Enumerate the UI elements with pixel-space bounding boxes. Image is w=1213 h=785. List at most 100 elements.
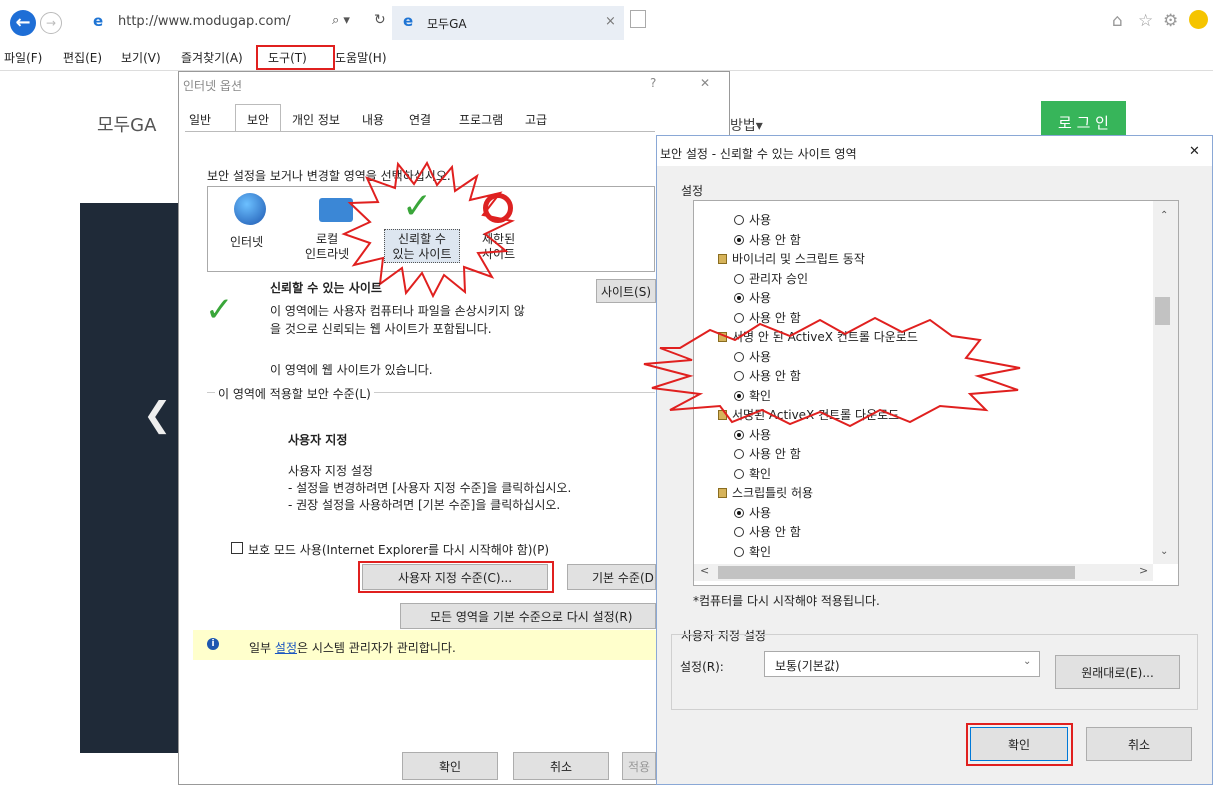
menu-view[interactable]: 보기(V) bbox=[121, 49, 161, 66]
tab-security[interactable]: 보안 bbox=[235, 104, 281, 131]
menu-edit[interactable]: 편집(E) bbox=[63, 49, 102, 66]
site-logo[interactable]: 모두GA bbox=[97, 111, 156, 137]
setting-label: 관리자 승인 bbox=[749, 271, 809, 286]
admin-info-text: 일부 설정은 시스템 관리자가 관리합니다. bbox=[249, 641, 456, 655]
setting-radio-option[interactable]: 확인 bbox=[734, 543, 771, 560]
internet-options-apply-button[interactable]: 적용 bbox=[622, 752, 656, 780]
tab-close-icon[interactable]: × bbox=[605, 14, 616, 29]
tab-general[interactable]: 일반 bbox=[189, 108, 211, 133]
menu-favorites[interactable]: 즐겨찾기(A) bbox=[181, 49, 243, 66]
restart-note: *컴퓨터를 다시 시작해야 적용됩니다. bbox=[693, 594, 880, 608]
help-icon[interactable]: ? bbox=[650, 76, 656, 90]
zone-internet-label[interactable]: 인터넷 bbox=[230, 233, 263, 250]
dropdown-chevron-icon: ⌄ bbox=[1023, 656, 1032, 667]
zone-description: 이 영역에는 사용자 컴퓨터나 파일을 손상시키지 않 을 것으로 신뢰되는 웹… bbox=[270, 304, 525, 336]
security-settings-title: 보안 설정 - 신뢰할 수 있는 사이트 영역 bbox=[660, 147, 857, 161]
setting-label: 확인 bbox=[749, 544, 772, 559]
setting-category-icon bbox=[718, 254, 727, 264]
unsigned-activex-starburst-highlight bbox=[643, 316, 1021, 428]
menu-file[interactable]: 파일(F) bbox=[4, 49, 42, 66]
search-dropdown-icon[interactable]: ⌕ ▾ bbox=[332, 13, 350, 28]
settings-gear-icon[interactable]: ⚙ bbox=[1163, 11, 1178, 31]
settings-link[interactable]: 설정 bbox=[275, 641, 297, 655]
reset-button[interactable]: 원래대로(E)... bbox=[1055, 655, 1180, 689]
setting-label: 사용 bbox=[749, 213, 772, 227]
internet-options-cancel-button[interactable]: 취소 bbox=[513, 752, 609, 780]
radio-selected-icon bbox=[734, 429, 744, 440]
setting-radio-option[interactable]: 사용 안 함 bbox=[734, 523, 801, 540]
horizontal-scrollbar-thumb[interactable] bbox=[718, 566, 1075, 579]
setting-radio-option[interactable]: 사용 안 함 bbox=[734, 231, 801, 248]
forward-arrow-icon[interactable]: → bbox=[40, 12, 62, 34]
setting-label: 사용 안 함 bbox=[749, 447, 801, 461]
internet-options-ok-button[interactable]: 확인 bbox=[402, 752, 498, 780]
feedback-smiley-icon[interactable] bbox=[1189, 10, 1208, 29]
radio-unselected-icon bbox=[734, 215, 744, 225]
radio-unselected-icon bbox=[734, 527, 744, 537]
setting-label: 사용 bbox=[749, 291, 772, 305]
reset-to-label: 설정(R): bbox=[680, 660, 724, 674]
protected-mode-label[interactable]: 보호 모드 사용(Internet Explorer를 다시 시작해야 함)(P… bbox=[248, 541, 549, 558]
tab-connections[interactable]: 연결 bbox=[409, 108, 431, 133]
tools-menu-highlight bbox=[256, 45, 335, 70]
reset-all-zones-button[interactable]: 모든 영역을 기본 수준으로 다시 설정(R) bbox=[400, 603, 656, 629]
level-title: 사용자 지정 bbox=[288, 433, 348, 447]
scroll-up-icon[interactable]: ⌃ bbox=[1160, 210, 1168, 221]
custom-level-highlight bbox=[358, 561, 554, 593]
close-icon[interactable]: ✕ bbox=[700, 76, 710, 90]
back-arrow-icon[interactable]: ← bbox=[10, 10, 36, 36]
setting-radio-option[interactable]: 확인 bbox=[734, 465, 771, 482]
setting-label: 바이너리 및 스크립트 동작 bbox=[732, 252, 865, 266]
browser-tab[interactable]: e 모두GA × bbox=[392, 6, 624, 40]
new-tab-icon[interactable] bbox=[630, 10, 646, 28]
scroll-down-icon[interactable]: ⌄ bbox=[1160, 546, 1168, 557]
security-cancel-button[interactable]: 취소 bbox=[1086, 727, 1192, 761]
zone-status: 이 영역에 웹 사이트가 있습니다. bbox=[270, 363, 433, 377]
favorites-star-icon[interactable]: ☆ bbox=[1138, 11, 1153, 31]
sites-button[interactable]: 사이트(S) bbox=[596, 279, 656, 303]
tab-ie-icon: e bbox=[403, 12, 414, 30]
tab-privacy[interactable]: 개인 정보 bbox=[292, 108, 340, 133]
trusted-check-icon: ✓ bbox=[205, 290, 234, 330]
setting-category[interactable]: 바이너리 및 스크립트 동작 bbox=[718, 250, 865, 267]
slider-prev-chevron-icon[interactable]: ❮ bbox=[143, 395, 172, 435]
protected-mode-checkbox[interactable] bbox=[231, 542, 243, 554]
ok-button-highlight bbox=[966, 723, 1073, 766]
site-nav-fragment[interactable]: 방법▾ bbox=[730, 115, 763, 135]
reset-to-select[interactable]: 보통(기본값) ⌄ bbox=[764, 651, 1040, 677]
refresh-icon[interactable]: ↻ bbox=[374, 12, 386, 28]
settings-group-label: 설정 bbox=[681, 184, 704, 198]
setting-radio-option[interactable]: 사용 bbox=[734, 504, 771, 521]
hero-banner bbox=[80, 203, 184, 753]
setting-label: 사용 안 함 bbox=[749, 525, 801, 539]
vertical-scrollbar[interactable] bbox=[1153, 201, 1178, 564]
scroll-left-icon[interactable]: < bbox=[700, 564, 709, 577]
setting-label: 스크립틀릿 허용 bbox=[732, 486, 814, 500]
tab-content[interactable]: 내용 bbox=[362, 108, 384, 133]
address-bar[interactable]: http://www.modugap.com/ bbox=[118, 14, 291, 29]
browser-toolbar: ← → e http://www.modugap.com/ ⌕ ▾ ↻ e 모두… bbox=[0, 0, 1213, 46]
setting-radio-option[interactable]: 관리자 승인 bbox=[734, 270, 808, 287]
info-icon: i bbox=[207, 638, 219, 650]
tab-advanced[interactable]: 고급 bbox=[525, 108, 547, 133]
setting-radio-option[interactable]: 사용 bbox=[734, 289, 771, 306]
security-close-icon[interactable]: ✕ bbox=[1189, 144, 1200, 159]
internet-globe-icon[interactable] bbox=[234, 193, 266, 225]
radio-unselected-icon bbox=[734, 449, 744, 459]
trusted-zone-starburst-highlight bbox=[341, 160, 515, 298]
radio-unselected-icon bbox=[734, 273, 744, 284]
setting-category[interactable]: 스크립틀릿 허용 bbox=[718, 484, 813, 501]
level-group-label: 이 영역에 적용할 보안 수준(L) bbox=[215, 385, 374, 402]
setting-radio-option[interactable]: 사용 bbox=[734, 211, 771, 228]
setting-radio-option[interactable]: 사용 안 함 bbox=[734, 445, 801, 462]
scrollbar-thumb[interactable] bbox=[1155, 297, 1170, 325]
home-icon[interactable]: ⌂ bbox=[1112, 11, 1123, 31]
menu-bar: 파일(F) 편집(E) 보기(V) 즐겨찾기(A) 도구(T) 도움말(H) bbox=[0, 47, 1213, 67]
radio-selected-icon bbox=[734, 507, 744, 518]
tab-programs[interactable]: 프로그램 bbox=[459, 108, 503, 133]
scroll-right-icon[interactable]: > bbox=[1139, 564, 1148, 577]
radio-selected-icon bbox=[734, 293, 744, 303]
menu-help[interactable]: 도움말(H) bbox=[335, 49, 387, 66]
reset-to-value: 보통(기본값) bbox=[775, 659, 840, 673]
default-level-button[interactable]: 기본 수준(D) bbox=[567, 564, 656, 590]
